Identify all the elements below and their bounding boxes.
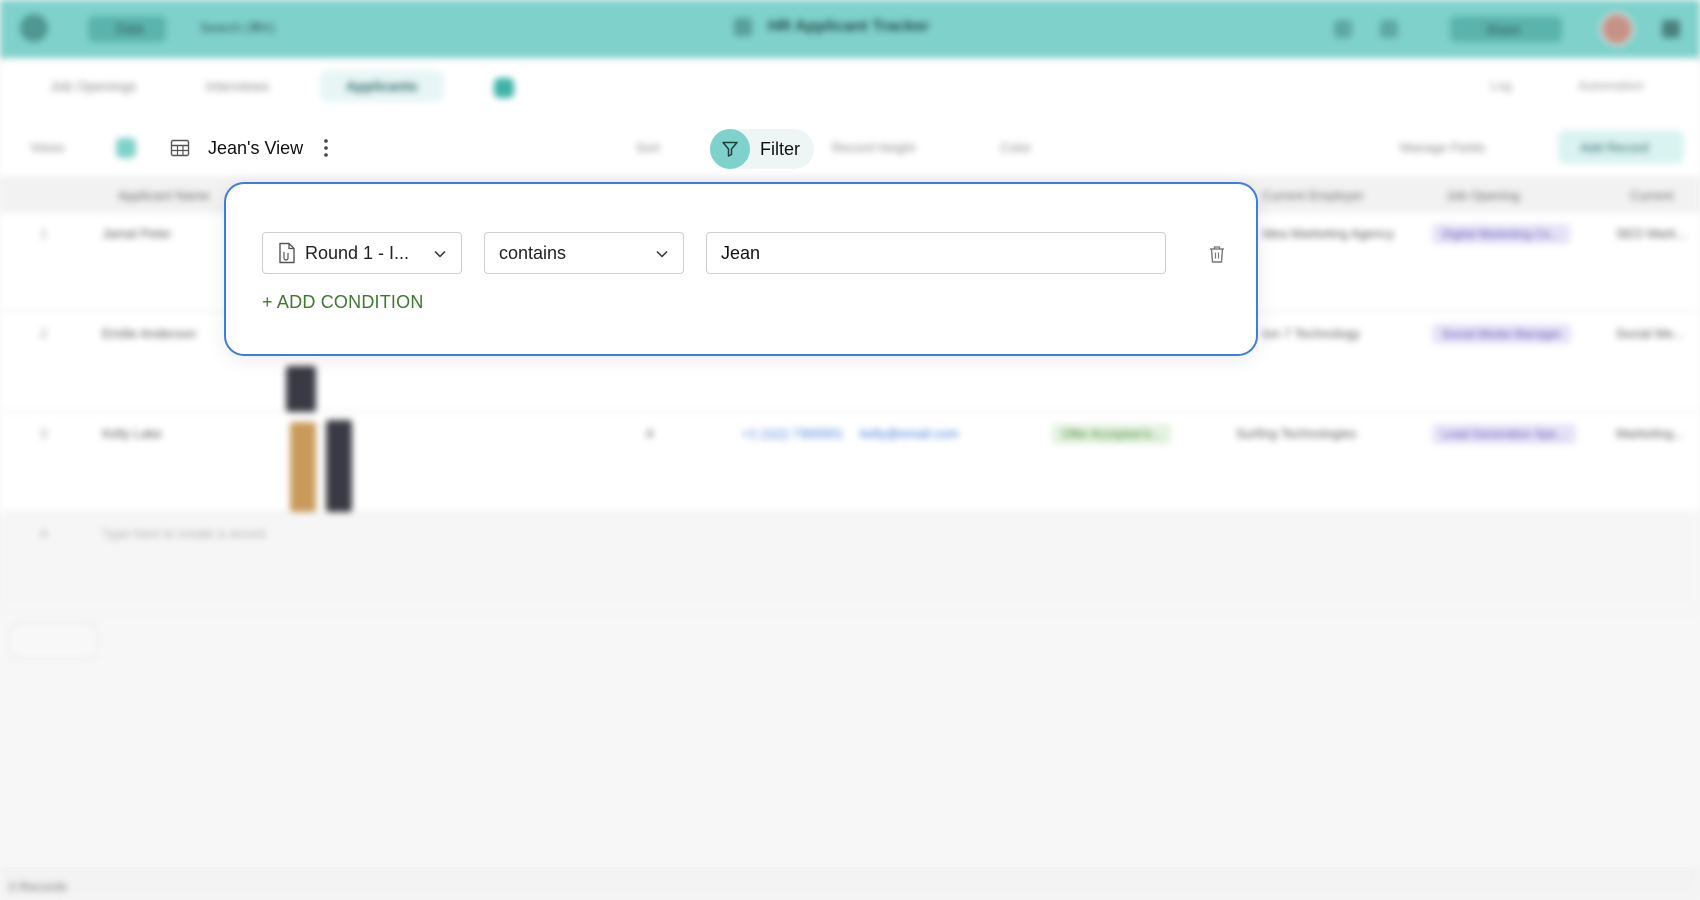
current-cell[interactable]: Social Me...: [1616, 326, 1684, 341]
new-record-hint[interactable]: Type here to create a record: [102, 526, 265, 541]
row-index: 3: [40, 426, 48, 441]
menu-icon[interactable]: [1662, 20, 1680, 38]
log-button[interactable]: Log: [1490, 78, 1512, 93]
chevron-down-icon: [656, 250, 668, 258]
tab-interviews[interactable]: Interviews: [206, 78, 269, 94]
phone-cell[interactable]: +1 (111) 7300001: [742, 426, 843, 441]
resume-thumbnail[interactable]: [286, 366, 316, 412]
current-view[interactable]: Jean's View: [170, 136, 329, 160]
tab-applicants[interactable]: Applicants: [320, 70, 444, 102]
app-background: Data Search (⌘K) HR Applicant Tracker Sh…: [0, 0, 1700, 900]
job-opening-link[interactable]: Digital Marketing Co...: [1432, 224, 1571, 244]
base-title[interactable]: HR Applicant Tracker: [768, 18, 929, 36]
filter-icon-wrap: [710, 129, 750, 169]
add-tab-icon[interactable]: [494, 78, 514, 98]
views-toggle-icon[interactable]: [116, 138, 136, 158]
applicant-name-cell[interactable]: Jamal Peter: [102, 226, 171, 241]
filter-button[interactable]: Filter: [710, 129, 814, 169]
row-index: 2: [40, 326, 48, 341]
job-opening-link[interactable]: Social Media Manager: [1432, 324, 1572, 344]
tabs-bar: Job Openings Interviews Applicants Log A…: [0, 58, 1700, 118]
trash-icon: [1210, 246, 1224, 263]
resume-thumbnail[interactable]: [290, 422, 316, 512]
column-header[interactable]: Applicant Name: [118, 188, 210, 203]
filter-panel: Round 1 - I... contains + ADD CONDITION: [224, 182, 1258, 356]
operator-select[interactable]: contains: [484, 232, 684, 274]
field-select-value: Round 1 - I...: [305, 242, 410, 263]
add-record-button[interactable]: Add Record: [1558, 130, 1684, 164]
applicant-name-cell[interactable]: Kelly Lake: [102, 426, 162, 441]
tab-job-openings[interactable]: Job Openings: [50, 78, 136, 94]
operator-select-value: contains: [499, 242, 567, 263]
filter-icon: [722, 141, 738, 157]
status-badge[interactable]: Offer Accepted b...: [1052, 424, 1172, 444]
table-view-icon: [170, 139, 190, 157]
top-bar: Data Search (⌘K) HR Applicant Tracker Sh…: [0, 0, 1700, 58]
column-header[interactable]: Job Opening: [1446, 188, 1520, 203]
row-index: 4: [40, 526, 48, 541]
column-header[interactable]: Current Employer: [1262, 188, 1364, 203]
employer-cell[interactable]: Idea Marketing Agency: [1262, 226, 1394, 241]
help-icon[interactable]: [1334, 20, 1352, 38]
views-button[interactable]: Views: [30, 140, 64, 155]
delete-condition-button[interactable]: [1206, 242, 1228, 266]
new-record-row[interactable]: 4 Type here to create a record: [0, 512, 1700, 612]
base-icon: [734, 18, 752, 36]
row-index: 1: [40, 226, 48, 241]
chevron-down-icon: [434, 250, 446, 258]
data-button[interactable]: Data: [88, 16, 166, 42]
filter-value-input[interactable]: [706, 232, 1166, 274]
employer-cell[interactable]: Ion 7 Technology: [1262, 326, 1360, 341]
history-icon[interactable]: [1380, 20, 1398, 38]
share-button[interactable]: Share: [1450, 16, 1562, 42]
add-condition-button[interactable]: + ADD CONDITION: [262, 292, 424, 313]
number-cell[interactable]: 4: [646, 426, 653, 441]
table-row[interactable]: 3 Kelly Lake 4 +1 (111) 7300001 kelly@em…: [0, 412, 1700, 512]
pagination-control[interactable]: [10, 624, 96, 658]
current-cell[interactable]: Marketing...: [1616, 426, 1684, 441]
email-cell[interactable]: kelly@email.com: [860, 426, 958, 441]
employer-cell[interactable]: Surfing Technologies: [1236, 426, 1356, 441]
more-options-icon[interactable]: [323, 138, 329, 158]
view-name-label: Jean's View: [208, 137, 304, 158]
record-count: 3 Records: [0, 870, 1700, 900]
app-logo-icon[interactable]: [20, 14, 48, 42]
color-button[interactable]: Color: [1000, 140, 1031, 155]
attachment-field-icon: [279, 242, 295, 264]
column-header[interactable]: Current: [1630, 188, 1673, 203]
field-select[interactable]: Round 1 - I...: [262, 232, 462, 274]
job-opening-link[interactable]: Lead Generation Spe...: [1432, 424, 1577, 444]
current-cell[interactable]: SEO Mark...: [1616, 226, 1687, 241]
user-avatar[interactable]: [1600, 12, 1634, 46]
record-height-button[interactable]: Record Height: [832, 140, 915, 155]
sort-button[interactable]: Sort: [636, 140, 660, 155]
applicant-name-cell[interactable]: Emilie Anderson: [102, 326, 196, 341]
filter-label: Filter: [760, 138, 800, 159]
search-button[interactable]: Search (⌘K): [200, 20, 275, 36]
automation-button[interactable]: Automation: [1578, 78, 1644, 93]
resume-thumbnail[interactable]: [326, 420, 352, 512]
manage-fields-button[interactable]: Manage Fields: [1400, 140, 1485, 155]
